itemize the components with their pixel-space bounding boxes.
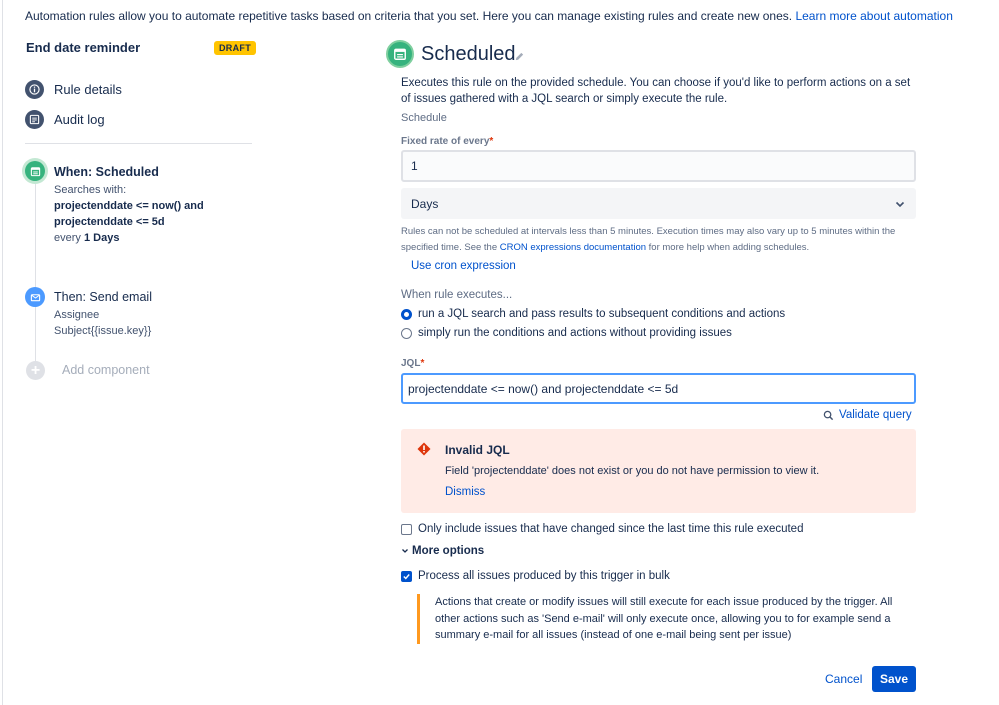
nav-audit-log[interactable]: Audit log: [25, 110, 105, 129]
radio-jql-search[interactable]: run a JQL search and pass results to sub…: [401, 308, 785, 320]
email-icon: [30, 293, 40, 301]
schedule-help-text: Rules can not be scheduled at intervals …: [401, 224, 911, 255]
calendar-icon: [30, 166, 40, 176]
trigger-step-title: When: Scheduled: [54, 165, 159, 179]
trigger-every-value: 1 Days: [83, 232, 120, 244]
bulk-note: Actions that create or modify issues wil…: [417, 594, 895, 644]
unit-select[interactable]: Days: [401, 188, 916, 219]
help-text-2: for more help when adding schedules.: [648, 241, 810, 253]
trigger-step-line1: Searches with:: [54, 184, 127, 196]
jql-input[interactable]: projectenddate <= now() and projectendda…: [401, 373, 916, 404]
timeline-line: [35, 180, 36, 370]
only-changed-box[interactable]: [401, 523, 412, 535]
trigger-jql-line1: projectenddate <= now() and: [54, 200, 204, 212]
trigger-description: Executes this rule on the provided sched…: [401, 77, 911, 105]
error-title: Invalid JQL: [445, 443, 510, 457]
error-icon: [417, 442, 431, 461]
rate-input-value: 1: [411, 159, 418, 173]
intro-text: Automation rules allow you to automate r…: [25, 9, 953, 23]
add-icon[interactable]: +: [26, 361, 45, 380]
unit-select-value: Days: [411, 196, 439, 211]
learn-more-link[interactable]: Learn more about automation: [795, 9, 952, 23]
save-button[interactable]: Save: [872, 666, 916, 692]
bulk-box[interactable]: [401, 570, 412, 582]
radio-unselected[interactable]: [401, 327, 412, 339]
rule-name: End date reminder: [26, 40, 141, 55]
more-options-label: More options: [412, 545, 485, 557]
chevron-down-icon: [402, 549, 408, 553]
only-changed-checkbox[interactable]: Only include issues that have changed si…: [401, 523, 803, 535]
validate-query-label: Validate query: [839, 409, 912, 421]
nav-rule-details-label: Rule details: [54, 82, 122, 97]
rate-input[interactable]: 1: [401, 150, 916, 182]
rate-label: Fixed rate of every*: [401, 136, 494, 147]
jql-label: JQL*: [401, 358, 425, 369]
use-cron-link[interactable]: Use cron expression: [411, 260, 516, 272]
search-icon: [823, 410, 834, 420]
validate-query-button[interactable]: Validate query: [823, 409, 912, 421]
cron-docs-link[interactable]: CRON expressions documentation: [500, 242, 646, 253]
only-changed-label: Only include issues that have changed si…: [418, 523, 804, 535]
cancel-button[interactable]: Cancel: [825, 672, 862, 686]
action-step-line2: Subject{{issue.key}}: [54, 325, 152, 337]
radio-selected[interactable]: [401, 308, 412, 320]
scheduled-icon: [386, 40, 414, 68]
trigger-every-prefix: every: [54, 232, 81, 244]
schedule-label: Schedule: [401, 112, 447, 124]
jql-input-value: projectenddate <= now() and projectendda…: [408, 381, 679, 396]
radio-run-label: simply run the conditions and actions wi…: [418, 327, 732, 339]
action-step[interactable]: Then: Send email Assignee Subject{{issue…: [54, 289, 152, 339]
rate-label-text: Fixed rate of every: [401, 136, 490, 147]
intro-description: Automation rules allow you to automate r…: [25, 9, 793, 23]
error-banner: Invalid JQL Field 'projectenddate' does …: [401, 429, 916, 513]
action-step-title: Then: Send email: [54, 290, 152, 304]
when-executes-label: When rule executes...: [401, 289, 513, 301]
error-dismiss-link[interactable]: Dismiss: [445, 486, 485, 498]
jql-label-text: JQL: [401, 358, 421, 369]
calendar-icon: [394, 48, 406, 60]
nav-rule-details[interactable]: Rule details: [25, 80, 122, 99]
check-icon: [403, 573, 410, 580]
sidebar-divider: [25, 143, 252, 144]
action-step-line1: Assignee: [54, 309, 100, 321]
page-title: Scheduled: [421, 43, 516, 65]
add-component-button[interactable]: Add component: [62, 363, 150, 377]
radio-run-only[interactable]: simply run the conditions and actions wi…: [401, 327, 732, 339]
info-icon: [25, 80, 44, 99]
audit-log-icon: [25, 110, 44, 129]
trigger-step[interactable]: When: Scheduled Searches with: projecten…: [54, 164, 204, 246]
bulk-label: Process all issues produced by this trig…: [418, 570, 670, 582]
chevron-down-icon: [895, 201, 905, 207]
more-options-toggle[interactable]: More options: [401, 545, 484, 557]
error-message: Field 'projectenddate' does not exist or…: [445, 465, 820, 477]
edit-title-icon[interactable]: [514, 49, 525, 67]
nav-audit-log-label: Audit log: [54, 112, 105, 127]
draft-badge: DRAFT: [214, 41, 256, 55]
radio-jql-label: run a JQL search and pass results to sub…: [418, 308, 786, 320]
action-step-icon[interactable]: [25, 287, 45, 307]
bulk-checkbox[interactable]: Process all issues produced by this trig…: [401, 570, 670, 582]
trigger-step-icon[interactable]: [25, 161, 45, 181]
trigger-jql-line2: projectenddate <= 5d: [54, 216, 165, 228]
